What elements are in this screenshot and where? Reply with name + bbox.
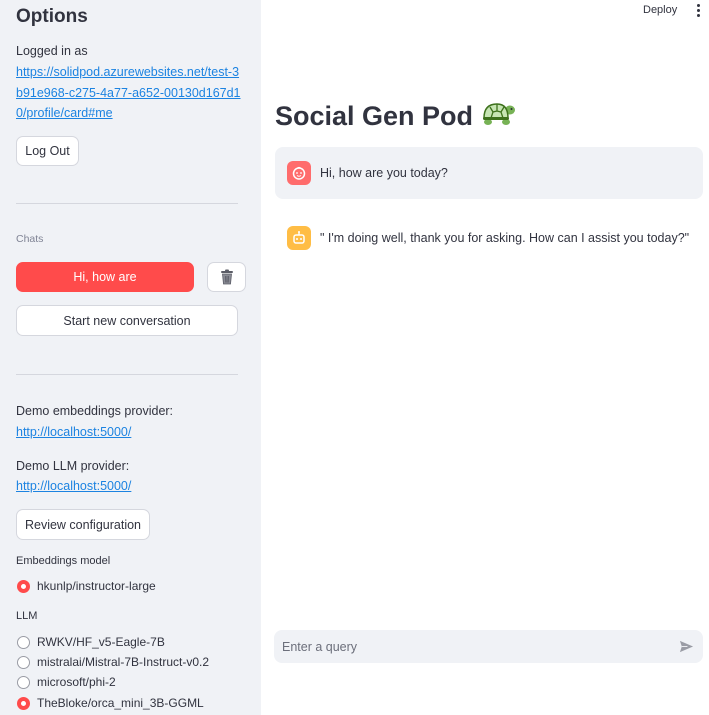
- embeddings-provider-label: Demo embeddings provider:: [16, 404, 174, 418]
- radio-unselected-icon: [17, 675, 30, 689]
- bot-avatar-icon: [287, 226, 311, 250]
- page-title-text: Social Gen Pod: [275, 101, 474, 131]
- divider: [16, 374, 238, 375]
- trash-icon: [220, 269, 233, 285]
- llm-option[interactable]: RWKV/HF_v5-Eagle-7B: [17, 635, 165, 649]
- embeddings-provider-link[interactable]: http://localhost:5000/: [16, 422, 241, 443]
- chat-message-user: Hi, how are you today?: [275, 147, 703, 199]
- chat-item-button[interactable]: Hi, how are: [16, 262, 194, 292]
- new-conversation-button[interactable]: Start new conversation: [16, 305, 238, 336]
- sidebar: Options Logged in as https://solidpod.az…: [0, 0, 261, 715]
- radio-unselected-icon: [17, 655, 30, 669]
- chat-input-container: [274, 630, 703, 663]
- llm-option[interactable]: mistralai/Mistral-7B-Instruct-v0.2: [17, 655, 209, 669]
- embeddings-model-option[interactable]: hkunlp/instructor-large: [17, 579, 156, 593]
- page-title: Social Gen Pod: [275, 99, 517, 134]
- llm-label: LLM: [16, 610, 38, 622]
- radio-label: RWKV/HF_v5-Eagle-7B: [37, 635, 165, 649]
- main-menu-icon[interactable]: [694, 4, 702, 18]
- chat-message-assistant: " I'm doing well, thank you for asking. …: [275, 213, 703, 263]
- radio-selected-icon: [17, 579, 30, 593]
- radio-unselected-icon: [17, 635, 30, 649]
- radio-label: mistralai/Mistral-7B-Instruct-v0.2: [37, 655, 210, 669]
- user-avatar-icon: [287, 161, 311, 185]
- radio-label: TheBloke/orca_mini_3B-GGML: [37, 696, 204, 710]
- logout-button[interactable]: Log Out: [16, 136, 79, 166]
- turtle-icon: [481, 99, 517, 134]
- radio-label: hkunlp/instructor-large: [37, 579, 156, 593]
- delete-chat-button[interactable]: [207, 262, 246, 292]
- logged-in-label: Logged in as: [16, 44, 88, 58]
- deploy-button[interactable]: Deploy: [643, 4, 677, 16]
- divider: [16, 203, 238, 204]
- embeddings-model-label: Embeddings model: [16, 555, 111, 567]
- query-input[interactable]: [282, 639, 662, 654]
- chats-caption: Chats: [16, 233, 44, 245]
- llm-option[interactable]: TheBloke/orca_mini_3B-GGML: [17, 696, 204, 710]
- radio-selected-icon: [17, 696, 30, 710]
- sidebar-title: Options: [16, 6, 88, 27]
- send-icon[interactable]: [679, 639, 694, 654]
- profile-link[interactable]: https://solidpod.azurewebsites.net/test-…: [16, 62, 241, 124]
- llm-provider-label: Demo LLM provider:: [16, 459, 130, 473]
- message-text: Hi, how are you today?: [320, 166, 448, 180]
- radio-label: microsoft/phi-2: [37, 675, 116, 689]
- message-text: " I'm doing well, thank you for asking. …: [320, 231, 690, 245]
- llm-provider-link[interactable]: http://localhost:5000/: [16, 476, 241, 497]
- review-configuration-button[interactable]: Review configuration: [16, 509, 150, 540]
- llm-option[interactable]: microsoft/phi-2: [17, 675, 116, 689]
